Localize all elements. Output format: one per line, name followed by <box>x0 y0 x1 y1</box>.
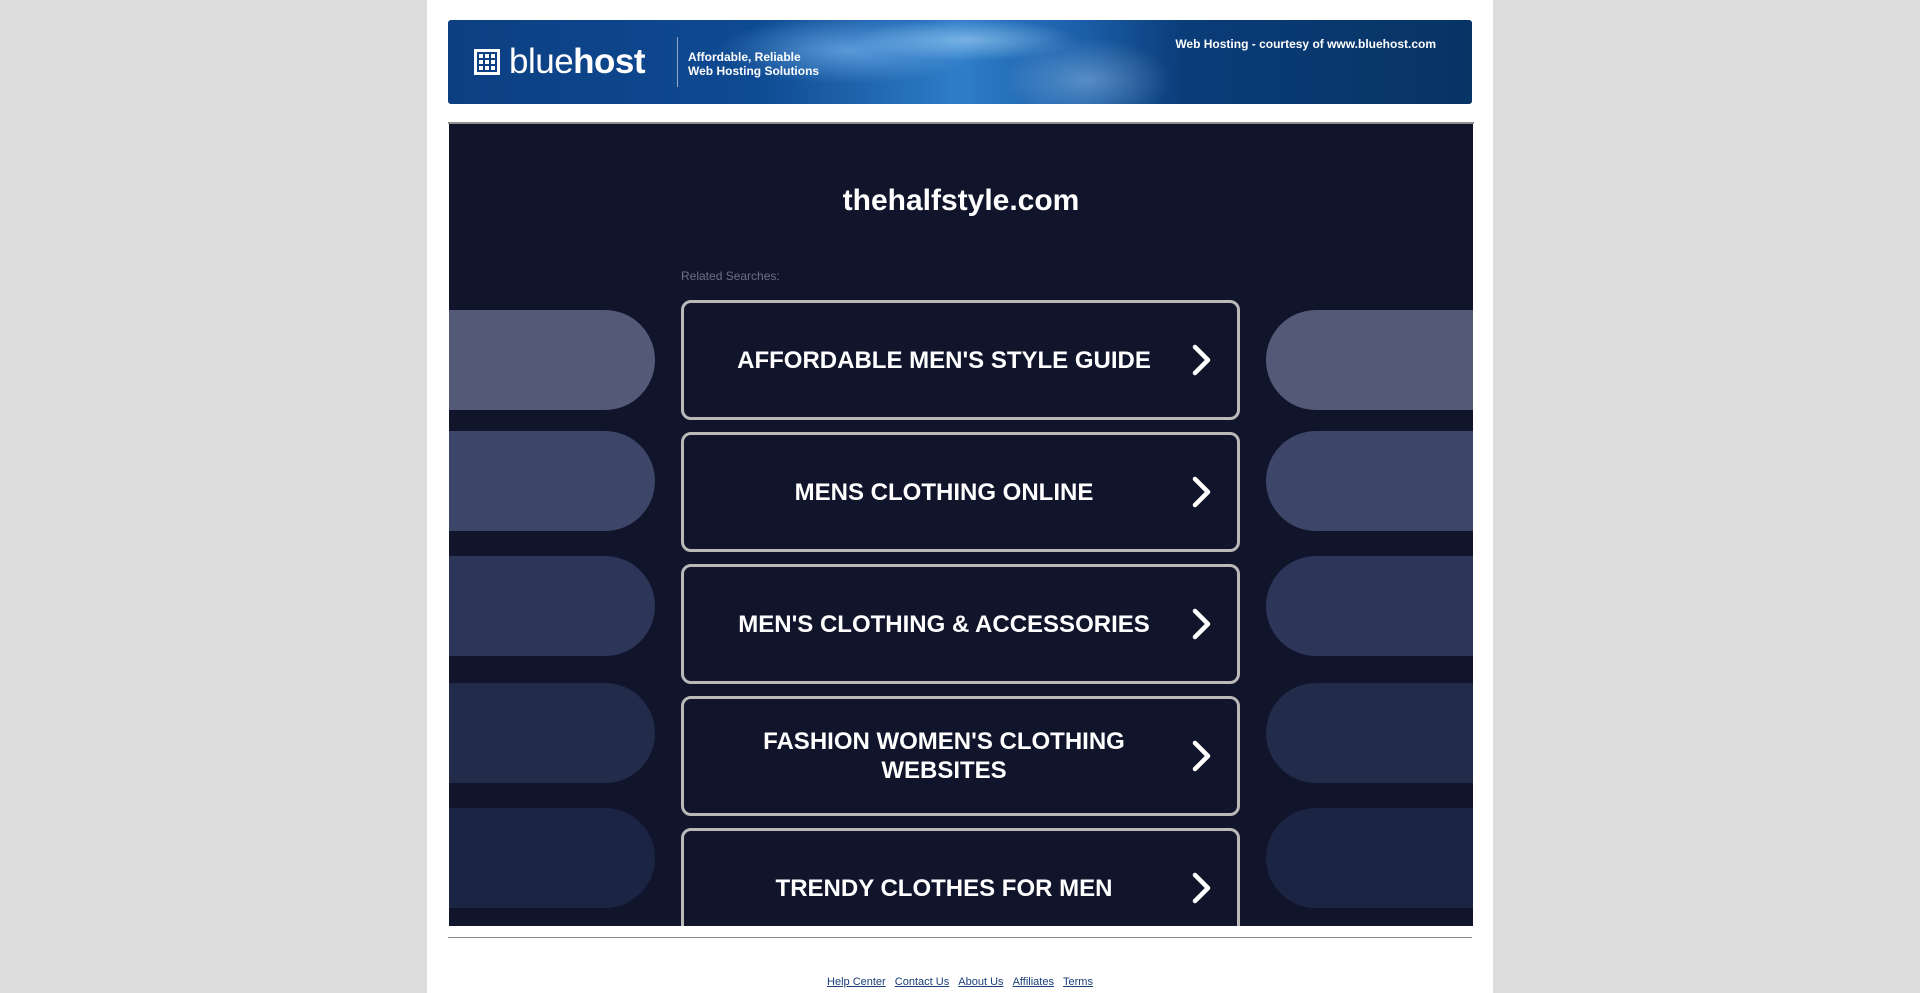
terms-link[interactable]: Terms <box>1063 976 1093 988</box>
courtesy-text[interactable]: Web Hosting - courtesy of www.bluehost.c… <box>1175 37 1436 51</box>
logo-divider <box>677 37 678 87</box>
bluehost-banner[interactable]: bluehost Affordable, Reliable Web Hostin… <box>448 20 1472 104</box>
page-container: bluehost Affordable, Reliable Web Hostin… <box>427 0 1493 993</box>
grid-logo-icon <box>474 49 500 75</box>
contact-us-link[interactable]: Contact Us <box>895 976 949 988</box>
help-center-link[interactable]: Help Center <box>827 976 886 988</box>
related-search-label: TRENDY CLOTHES FOR MEN <box>775 874 1113 902</box>
affiliates-link[interactable]: Affiliates <box>1013 976 1054 988</box>
chevron-right-icon <box>1192 872 1211 904</box>
tagline-line1: Affordable, Reliable <box>688 50 801 64</box>
decorative-pill <box>449 310 655 410</box>
related-search-label: MENS CLOTHING ONLINE <box>794 478 1094 506</box>
decorative-pill <box>1266 310 1473 410</box>
about-us-link[interactable]: About Us <box>958 976 1003 988</box>
decorative-pill <box>1266 683 1473 783</box>
related-search-label: AFFORDABLE MEN'S STYLE GUIDE <box>737 346 1151 374</box>
chevron-right-icon <box>1192 344 1211 376</box>
bluehost-logo[interactable]: bluehost <box>474 42 646 81</box>
tagline-line2: Web Hosting Solutions <box>688 64 820 78</box>
logo-wordmark: bluehost <box>509 42 646 81</box>
chevron-right-icon <box>1192 608 1211 640</box>
decorative-pill <box>449 431 655 531</box>
related-search-link[interactable]: FASHION WOMEN'S CLOTHING WEBSITES <box>681 696 1240 816</box>
related-searches-label: Related Searches: <box>681 269 780 283</box>
related-search-label: FASHION WOMEN'S CLOTHING WEBSITES <box>763 728 1125 784</box>
decorative-pill <box>1266 556 1473 656</box>
related-search-label: MEN'S CLOTHING & ACCESSORIES <box>738 610 1150 638</box>
decorative-pill <box>449 808 655 908</box>
footer-divider <box>448 937 1472 938</box>
chevron-right-icon <box>1192 476 1211 508</box>
decorative-pill <box>449 683 655 783</box>
tagline: Affordable, Reliable Web Hosting Solutio… <box>688 50 819 78</box>
domain-title: thehalfstyle.com <box>842 184 1080 217</box>
related-search-link[interactable]: TRENDY CLOTHES FOR MEN <box>681 828 1240 926</box>
related-search-link[interactable]: AFFORDABLE MEN'S STYLE GUIDE <box>681 300 1240 420</box>
parked-domain-frame: thehalfstyle.com Related Searches: AFFOR… <box>449 124 1473 926</box>
chevron-right-icon <box>1192 740 1211 772</box>
related-search-link[interactable]: MENS CLOTHING ONLINE <box>681 432 1240 552</box>
decorative-pill <box>1266 808 1473 908</box>
footer-links: Help Center Contact Us About Us Affiliat… <box>427 976 1493 988</box>
related-search-link[interactable]: MEN'S CLOTHING & ACCESSORIES <box>681 564 1240 684</box>
decorative-pill <box>1266 431 1473 531</box>
decorative-pill <box>449 556 655 656</box>
